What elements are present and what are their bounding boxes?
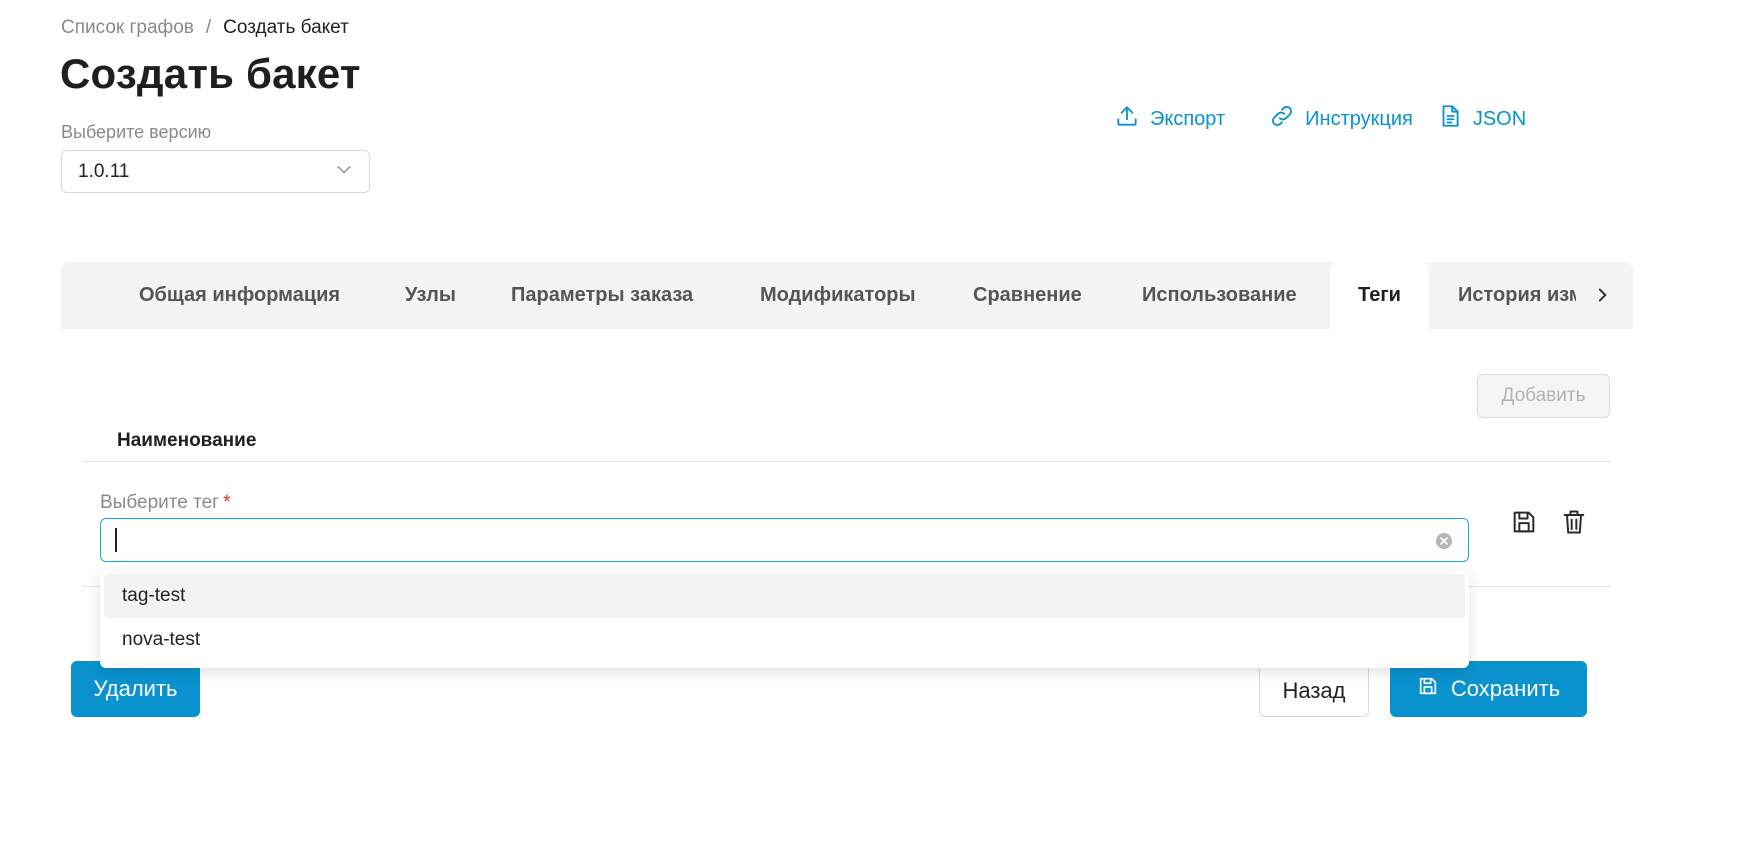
tab-label: Общая информация (139, 284, 341, 306)
export-label: Экспорт (1150, 107, 1226, 130)
clear-icon[interactable] (1434, 531, 1454, 551)
tag-dropdown: tag-test nova-test (100, 570, 1469, 668)
tab-comparison[interactable]: Сравнение (973, 262, 1082, 329)
tab-label: Модификаторы (760, 284, 916, 306)
tab-modifiers[interactable]: Модификаторы (760, 262, 916, 329)
breadcrumb-separator: / (205, 17, 212, 38)
breadcrumb: Список графов / Создать бакет (61, 17, 349, 39)
tab-history[interactable]: История изменений (1458, 262, 1576, 329)
back-button[interactable]: Назад (1259, 664, 1369, 717)
tab-nodes[interactable]: Узлы (405, 262, 456, 329)
column-header-name: Наименование (117, 430, 257, 451)
toolbar: Экспорт Инструкция JSON (1114, 103, 1526, 135)
tab-general-info[interactable]: Общая информация (139, 262, 340, 329)
tab-label: Узлы (405, 284, 456, 306)
chevron-right-icon[interactable] (1591, 284, 1613, 306)
save-button[interactable]: Сохранить (1390, 661, 1587, 717)
instruction-button[interactable]: Инструкция (1269, 103, 1413, 135)
breadcrumb-current: Создать бакет (223, 17, 349, 38)
version-select-value: 1.0.11 (78, 160, 130, 182)
upload-icon (1114, 103, 1140, 135)
text-caret (115, 528, 117, 552)
tag-field-label-text: Выберите тег (100, 492, 220, 513)
required-mark: * (223, 492, 231, 513)
trash-icon[interactable] (1560, 508, 1588, 541)
tab-tags[interactable]: Теги (1330, 262, 1429, 329)
save-button-label: Сохранить (1450, 676, 1561, 701)
breadcrumb-parent-link[interactable]: Список графов (61, 17, 194, 39)
tab-order-params[interactable]: Параметры заказа (511, 262, 693, 329)
tabs-bar: Общая информация Узлы Параметры заказа М… (61, 262, 1633, 329)
tab-label: Теги (1358, 284, 1401, 306)
table-header-divider (82, 461, 1611, 462)
instruction-label: Инструкция (1305, 107, 1413, 130)
json-label: JSON (1472, 107, 1527, 130)
tab-label: Сравнение (973, 284, 1082, 306)
tab-label: Использование (1142, 284, 1297, 306)
page-title: Создать бакет (60, 50, 361, 97)
link-icon (1269, 103, 1295, 135)
row-actions (1510, 508, 1588, 541)
dropdown-option[interactable]: tag-test (104, 574, 1465, 618)
delete-button[interactable]: Удалить (71, 661, 200, 717)
export-button[interactable]: Экспорт (1114, 103, 1225, 135)
version-label: Выберите версию (61, 122, 212, 142)
document-icon (1437, 103, 1463, 135)
dropdown-option[interactable]: nova-test (104, 618, 1465, 662)
save-icon (1417, 675, 1439, 703)
json-button[interactable]: JSON (1437, 103, 1526, 135)
chevron-down-icon (335, 160, 353, 184)
tab-label: Параметры заказа (511, 284, 694, 306)
tab-usage[interactable]: Использование (1142, 262, 1297, 329)
tag-select-input[interactable] (100, 518, 1469, 562)
tag-field-label: Выберите тег * (100, 492, 230, 514)
tab-label: История изменений (1458, 284, 1576, 306)
save-icon[interactable] (1510, 508, 1538, 541)
add-button[interactable]: Добавить (1477, 374, 1610, 418)
version-select[interactable]: 1.0.11 (61, 150, 370, 193)
